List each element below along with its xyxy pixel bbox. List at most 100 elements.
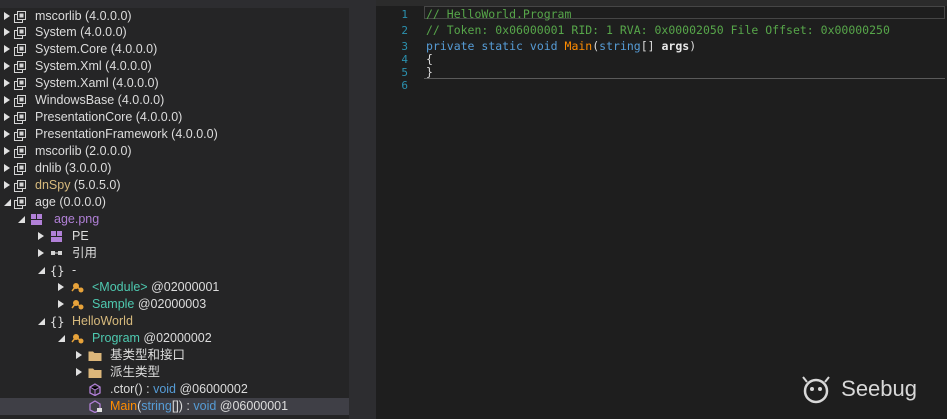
tree-node-label: dnlib (3.0.0.0) xyxy=(35,160,111,177)
node-name: PresentationCore xyxy=(35,110,133,124)
expand-arrow-icon[interactable] xyxy=(4,28,10,36)
expand-arrow-icon[interactable] xyxy=(58,300,64,308)
tree-node-system-core[interactable]: System.Core (4.0.0.0) xyxy=(0,41,349,58)
class-icon xyxy=(70,281,84,294)
tree-node-label: System.Xaml (4.0.0.0) xyxy=(35,75,159,92)
tree-node-label: mscorlib (4.0.0.0) xyxy=(35,8,132,25)
class-icon xyxy=(70,332,84,345)
node-name: WindowsBase xyxy=(35,93,115,107)
parameter-name[interactable]: args xyxy=(662,39,690,53)
tree-node-helloworld[interactable]: {} HelloWorld xyxy=(0,313,349,330)
node-name: System.Xml xyxy=(35,59,102,73)
tree-node-label: HelloWorld xyxy=(72,313,133,330)
method-icon xyxy=(88,383,102,397)
collapse-arrow-icon[interactable] xyxy=(38,318,45,325)
references-icon xyxy=(50,247,64,260)
assembly-icon xyxy=(14,111,28,124)
expand-arrow-icon[interactable] xyxy=(4,79,10,87)
node-suffix: (4.0.0.0) xyxy=(81,9,132,23)
assembly-icon xyxy=(14,196,28,209)
node-suffix: (0.0.0.0) xyxy=(55,195,106,209)
tree-node-module[interactable]: <Module> @02000001 xyxy=(0,279,349,296)
tree-horizontal-scrollbar[interactable] xyxy=(0,0,349,8)
tree-node-[interactable]: 派生类型 xyxy=(0,364,349,381)
node-name: HelloWorld xyxy=(72,314,133,328)
keyword: void xyxy=(529,39,558,53)
code-line-5: } xyxy=(426,65,433,79)
tree-node-mscorlib[interactable]: mscorlib (4.0.0.0) xyxy=(0,8,349,25)
tree-node-pe[interactable]: PE xyxy=(0,228,349,245)
namespace-icon: {} xyxy=(50,315,64,329)
tree-node-label: System (4.0.0.0) xyxy=(35,24,127,41)
return-type: void xyxy=(193,399,217,413)
keyword: private xyxy=(426,39,475,53)
tree-node-age-png[interactable]: age.png xyxy=(0,211,349,228)
line-number: 6 xyxy=(401,79,408,92)
node-suffix: @02000001 xyxy=(147,280,220,294)
expand-arrow-icon[interactable] xyxy=(4,96,10,104)
expand-arrow-icon[interactable] xyxy=(4,164,10,172)
tree-node-label: mscorlib (2.0.0.0) xyxy=(35,143,132,160)
expand-arrow-icon[interactable] xyxy=(4,12,10,20)
method-private-icon xyxy=(88,400,102,414)
assembly-icon xyxy=(14,94,28,107)
watermark-text: Seebug xyxy=(841,375,917,401)
expand-arrow-icon[interactable] xyxy=(4,45,10,53)
type-keyword[interactable]: string xyxy=(599,39,641,53)
collapse-arrow-icon[interactable] xyxy=(18,216,25,223)
tree-node-label: dnSpy (5.0.5.0) xyxy=(35,177,120,194)
keyword: static xyxy=(481,39,523,53)
collapse-arrow-icon[interactable] xyxy=(4,199,11,206)
tree-node-ctor[interactable]: .ctor() : void @06000002 xyxy=(0,381,349,398)
tree-node-mscorlib[interactable]: mscorlib (2.0.0.0) xyxy=(0,143,349,160)
tree-node-[interactable]: {} - xyxy=(0,262,349,279)
expand-arrow-icon[interactable] xyxy=(76,351,82,359)
node-suffix: (4.0.0.0) xyxy=(167,127,218,141)
expand-arrow-icon[interactable] xyxy=(4,113,10,121)
node-name: System.Core xyxy=(35,42,108,56)
tree-node-label: <Module> @02000001 xyxy=(92,279,219,296)
node-suffix: (4.0.0.0) xyxy=(76,25,127,39)
param-type: string xyxy=(141,399,172,413)
assembly-icon xyxy=(14,77,28,90)
tree-node-age[interactable]: age (0.0.0.0) xyxy=(0,194,349,211)
token: @06000002 xyxy=(176,382,248,396)
tree-node-label: - xyxy=(72,262,76,279)
expand-arrow-icon[interactable] xyxy=(76,368,82,376)
tree-node-sample[interactable]: Sample @02000003 xyxy=(0,296,349,313)
tree-node-system[interactable]: System (4.0.0.0) xyxy=(0,24,349,41)
folder-icon xyxy=(88,349,102,362)
node-name: - xyxy=(72,263,77,277)
tree-node-[interactable]: 基类型和接口 xyxy=(0,347,349,364)
node-name: age xyxy=(35,195,56,209)
node-name: Program xyxy=(92,331,140,345)
tree-node-dnspy[interactable]: dnSpy (5.0.5.0) xyxy=(0,177,349,194)
pane-splitter[interactable] xyxy=(349,0,376,419)
expand-arrow-icon[interactable] xyxy=(4,130,10,138)
code-editor[interactable]: 1 2 3 4 5 6 // HelloWorld.Program // Tok… xyxy=(376,0,947,419)
tree-node-[interactable]: 引用 xyxy=(0,245,349,262)
tree-node-dnlib[interactable]: dnlib (3.0.0.0) xyxy=(0,160,349,177)
expand-arrow-icon[interactable] xyxy=(58,283,64,291)
tree-node-system-xml[interactable]: System.Xml (4.0.0.0) xyxy=(0,58,349,75)
line-number: 5 xyxy=(401,66,408,79)
tree-node-program[interactable]: Program @02000002 xyxy=(0,330,349,347)
tree-node-label: System.Xml (4.0.0.0) xyxy=(35,58,152,75)
code-line-2: // Token: 0x06000001 RID: 1 RVA: 0x00002… xyxy=(426,23,890,37)
expand-arrow-icon[interactable] xyxy=(4,181,10,189)
tree-node-system-xaml[interactable]: System.Xaml (4.0.0.0) xyxy=(0,75,349,92)
tree-node-label: Sample @02000003 xyxy=(92,296,206,313)
tree-node-windowsbase[interactable]: WindowsBase (4.0.0.0) xyxy=(0,92,349,109)
collapse-arrow-icon[interactable] xyxy=(58,335,65,342)
expand-arrow-icon[interactable] xyxy=(4,147,10,155)
expand-arrow-icon[interactable] xyxy=(4,62,10,70)
node-name: mscorlib xyxy=(35,144,82,158)
expand-arrow-icon[interactable] xyxy=(38,249,44,257)
method-name-link[interactable]: Main xyxy=(565,39,593,53)
tree-node-presentationframework[interactable]: PresentationFramework (4.0.0.0) xyxy=(0,126,349,143)
collapse-arrow-icon[interactable] xyxy=(38,267,45,274)
tree-node-presentationcore[interactable]: PresentationCore (4.0.0.0) xyxy=(0,109,349,126)
tree-node-main[interactable]: Main(string[]) : void @06000001 xyxy=(0,398,349,415)
line-number: 2 xyxy=(401,24,408,37)
expand-arrow-icon[interactable] xyxy=(38,232,44,240)
